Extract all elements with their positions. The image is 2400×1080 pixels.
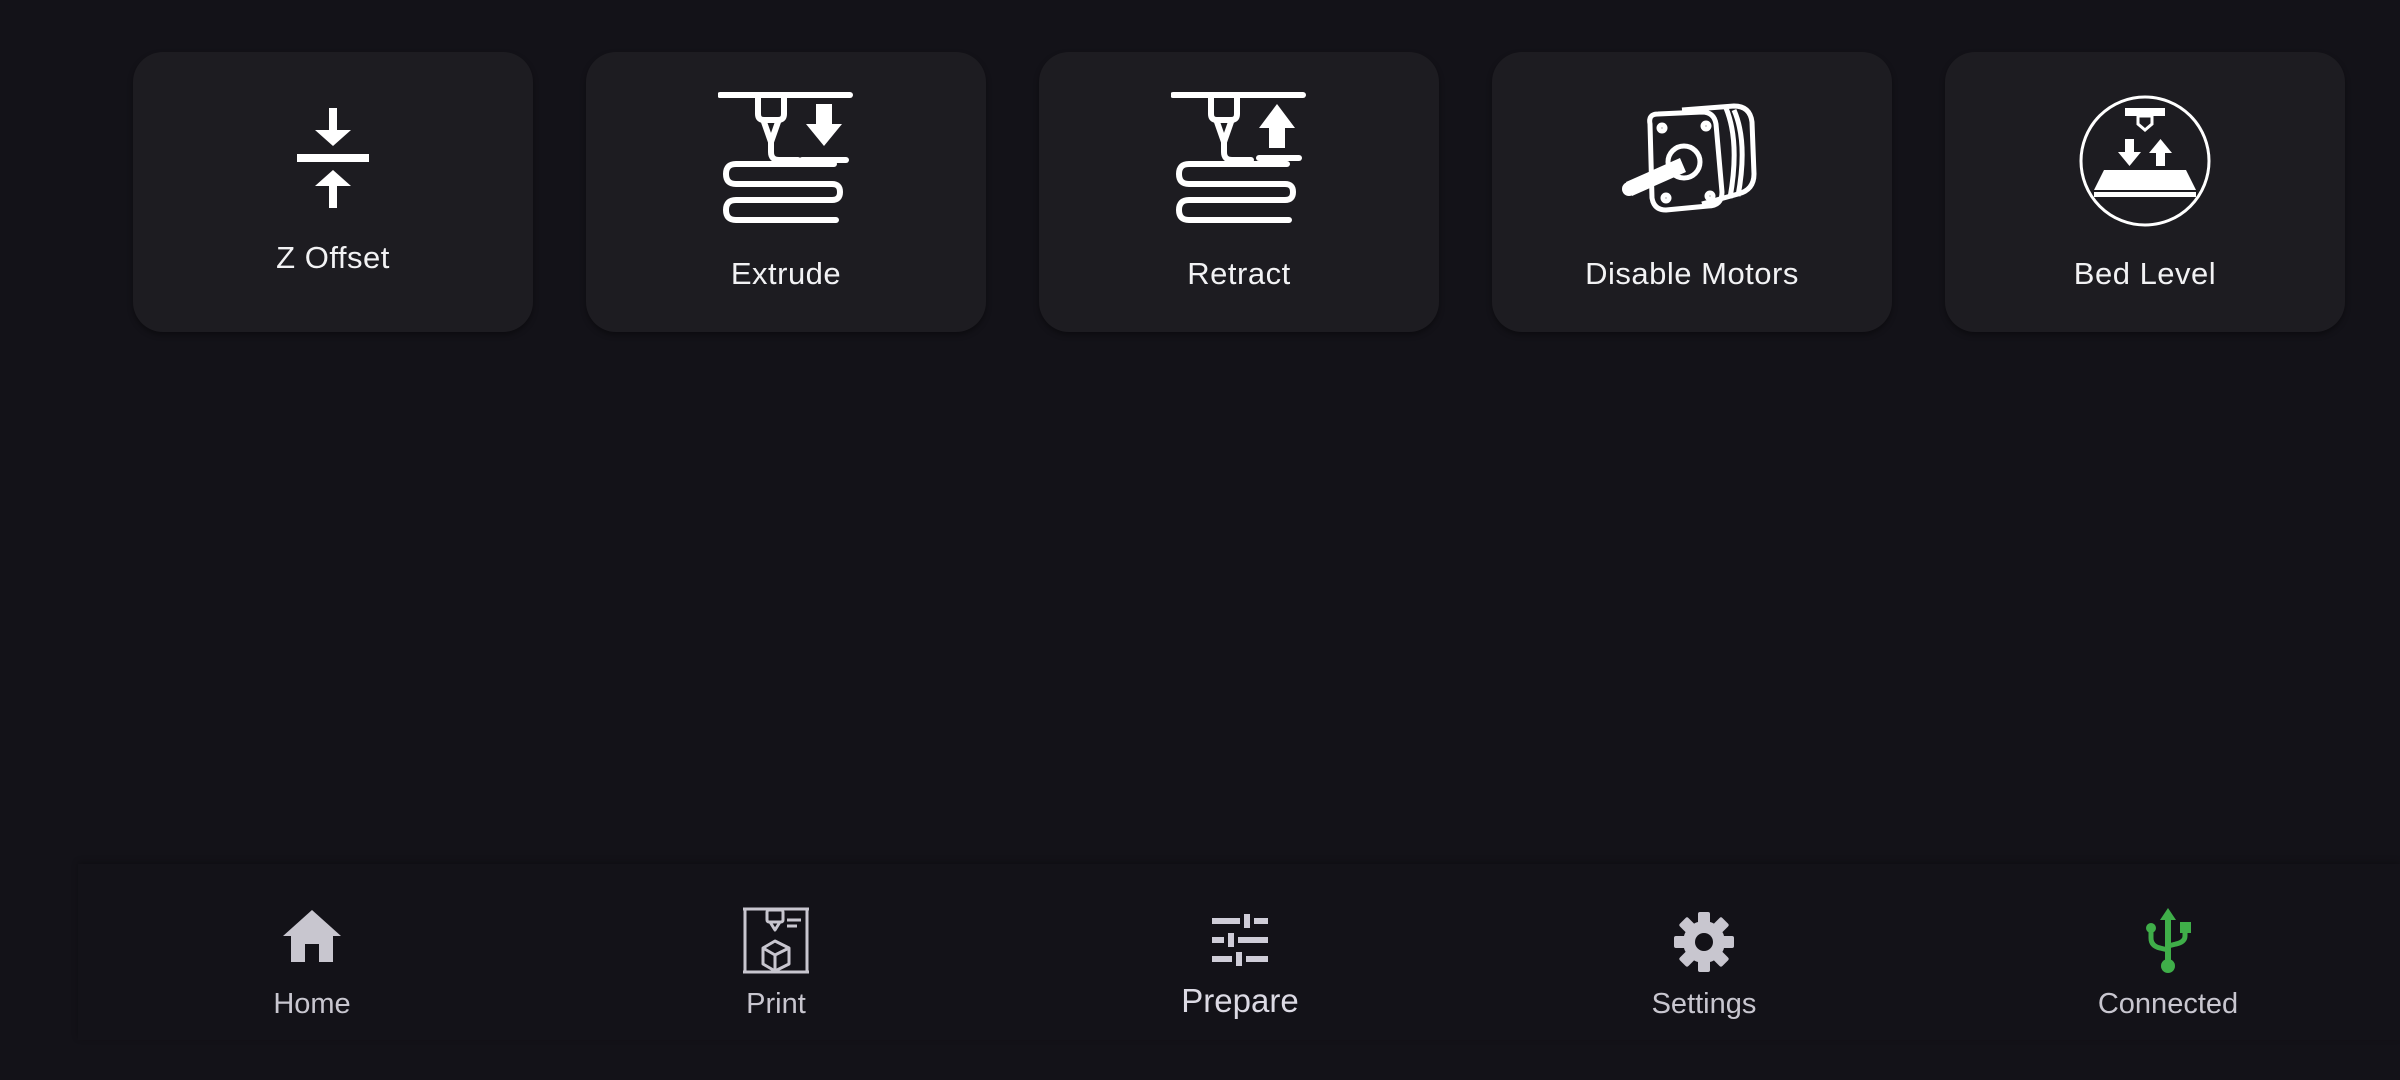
print-icon xyxy=(743,907,809,974)
bed-level-button[interactable]: Bed Level xyxy=(1945,52,2345,332)
disable-motors-label: Disable Motors xyxy=(1585,256,1799,291)
retract-icon xyxy=(1171,92,1306,223)
usb-icon xyxy=(2146,908,2191,973)
nav-home-label: Home xyxy=(273,988,351,1020)
extrude-button[interactable]: Extrude xyxy=(586,52,986,332)
nav-settings-label: Settings xyxy=(1651,988,1757,1020)
extrude-label: Extrude xyxy=(730,256,842,291)
nav-prepare[interactable]: Prepare xyxy=(1090,864,1390,1040)
nav-home[interactable]: Home xyxy=(162,864,462,1040)
disable-motors-button[interactable]: Disable Motors xyxy=(1492,52,1892,332)
bottom-navigation: Home Print Prepare Settings Connected xyxy=(78,864,2400,1040)
nav-print-label: Print xyxy=(746,988,806,1020)
z-offset-icon xyxy=(297,108,369,208)
bed-level-label: Bed Level xyxy=(2073,256,2217,291)
prepare-screen: Z Offset Extrude Retract Disable Motors … xyxy=(0,0,2400,1080)
sliders-icon xyxy=(1212,914,1268,966)
nav-prepare-label: Prepare xyxy=(1181,982,1299,1019)
retract-button[interactable]: Retract xyxy=(1039,52,1439,332)
z-offset-label: Z Offset xyxy=(276,240,390,275)
home-icon xyxy=(283,910,341,962)
action-tiles: Z Offset Extrude Retract Disable Motors … xyxy=(133,52,2345,332)
retract-label: Retract xyxy=(1187,256,1291,291)
nav-settings[interactable]: Settings xyxy=(1554,864,1854,1040)
nav-connected[interactable]: Connected xyxy=(2018,864,2318,1040)
extrude-icon xyxy=(718,92,853,223)
bed-level-icon xyxy=(2079,95,2211,227)
z-offset-button[interactable]: Z Offset xyxy=(133,52,533,332)
nav-print[interactable]: Print xyxy=(626,864,926,1040)
nav-connected-label: Connected xyxy=(2097,988,2239,1020)
gear-icon xyxy=(1674,912,1734,972)
stepper-motor-icon xyxy=(1622,103,1757,213)
